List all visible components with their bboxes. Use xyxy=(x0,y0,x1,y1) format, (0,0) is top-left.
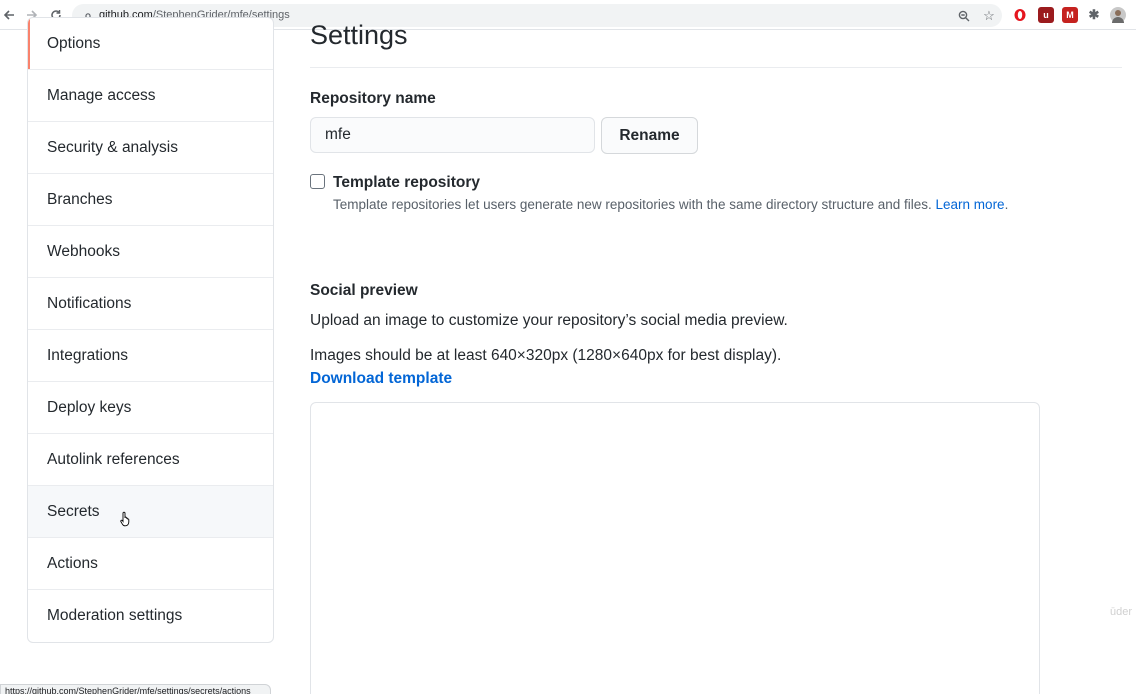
template-note: Template repositories let users generate… xyxy=(333,197,1008,212)
profile-avatar-icon[interactable] xyxy=(1110,7,1126,23)
sidebar-item-label: Notifications xyxy=(47,294,132,312)
sidebar-item-label: Secrets xyxy=(47,502,100,520)
puzzle-extensions-icon[interactable]: ✱ xyxy=(1086,7,1102,23)
sidebar-item-label: Manage access xyxy=(47,86,156,104)
learn-more-link[interactable]: Learn more xyxy=(936,197,1005,212)
repo-name-input[interactable] xyxy=(310,117,595,153)
watermark-text: ūder xyxy=(1110,606,1133,618)
sidebar-item-manage-access[interactable]: Manage access xyxy=(28,70,273,122)
sidebar-item-deploy-keys[interactable]: Deploy keys xyxy=(28,382,273,434)
sidebar-item-label: Autolink references xyxy=(47,450,180,468)
sidebar-item-moderation-settings[interactable]: Moderation settings xyxy=(28,590,273,642)
sidebar-item-label: Webhooks xyxy=(47,242,120,260)
rename-button[interactable]: Rename xyxy=(601,117,698,154)
sidebar-item-security-analysis[interactable]: Security & analysis xyxy=(28,122,273,174)
status-bar-url: https://github.com/StephenGrider/mfe/set… xyxy=(0,684,271,694)
sidebar-item-options[interactable]: Options xyxy=(28,18,273,70)
back-arrow-icon[interactable] xyxy=(0,6,18,24)
sidebar-item-label: Integrations xyxy=(47,346,128,364)
bookmark-star-icon[interactable]: ☆ xyxy=(981,8,997,24)
social-preview-size-note: Images should be at least 640×320px (128… xyxy=(310,347,782,364)
opera-extension-icon[interactable] xyxy=(1012,7,1028,23)
sidebar-item-actions[interactable]: Actions xyxy=(28,538,273,590)
zoom-icon[interactable] xyxy=(956,8,972,24)
shield-extension-icon[interactable]: u xyxy=(1038,7,1054,23)
download-template-link[interactable]: Download template xyxy=(310,370,452,388)
hand-cursor-icon xyxy=(120,511,132,532)
sidebar-item-autolink-references[interactable]: Autolink references xyxy=(28,434,273,486)
title-divider xyxy=(310,67,1122,68)
sidebar-item-webhooks[interactable]: Webhooks xyxy=(28,226,273,278)
sidebar-item-label: Moderation settings xyxy=(47,607,183,624)
sidebar-item-label: Options xyxy=(47,34,101,52)
sidebar-item-label: Actions xyxy=(47,554,98,572)
template-note-text: Template repositories let users generate… xyxy=(333,197,936,212)
social-preview-image-box[interactable] xyxy=(310,402,1040,694)
page-title: Settings xyxy=(310,20,408,50)
sidebar-item-label: Deploy keys xyxy=(47,398,132,416)
social-preview-title: Social preview xyxy=(310,282,418,299)
note-period: . xyxy=(1004,197,1009,212)
social-preview-description: Upload an image to customize your reposi… xyxy=(310,312,788,329)
template-repository-checkbox[interactable] xyxy=(310,174,325,189)
mail-extension-icon[interactable]: M xyxy=(1062,7,1078,23)
sidebar-item-integrations[interactable]: Integrations xyxy=(28,330,273,382)
sidebar-item-notifications[interactable]: Notifications xyxy=(28,278,273,330)
sidebar-item-branches[interactable]: Branches xyxy=(28,174,273,226)
sidebar-item-secrets[interactable]: Secrets xyxy=(28,486,273,538)
sidebar-item-label: Security & analysis xyxy=(47,138,178,156)
sidebar-item-label: Branches xyxy=(47,190,113,208)
repo-name-label: Repository name xyxy=(310,90,436,107)
settings-sidebar: Options Manage access Security & analysi… xyxy=(27,17,274,643)
template-repository-label: Template repository xyxy=(333,174,481,191)
